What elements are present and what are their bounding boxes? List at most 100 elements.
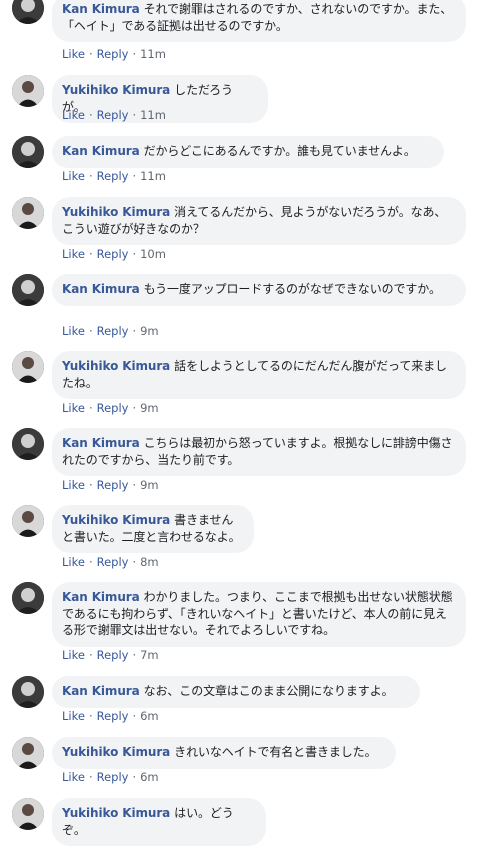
comment-author[interactable]: Yukihiko Kimura: [62, 513, 170, 527]
separator-dot: ·: [88, 324, 93, 338]
separator-dot: ·: [88, 169, 93, 183]
separator-dot: ·: [132, 47, 137, 61]
reply-button[interactable]: Reply: [97, 478, 129, 492]
avatar[interactable]: [12, 274, 44, 306]
profile-photo-icon: [12, 737, 44, 769]
separator-dot: ·: [88, 108, 93, 122]
comment-actions: Like · Reply · 6m: [62, 709, 159, 723]
reply-button[interactable]: Reply: [97, 709, 129, 723]
comment-bubble: Yukihiko Kimura きれいなヘイトで有名と書きました。: [52, 737, 396, 769]
reply-button[interactable]: Reply: [97, 169, 129, 183]
profile-photo-icon: [12, 136, 44, 168]
like-button[interactable]: Like: [62, 770, 85, 784]
profile-photo-icon: [12, 676, 44, 708]
comment-timestamp[interactable]: 6m: [140, 770, 159, 784]
comment-actions: Like · Reply · 11m: [62, 47, 166, 61]
profile-photo-icon: [12, 798, 44, 830]
comment-timestamp[interactable]: 11m: [140, 47, 166, 61]
comment-author[interactable]: Kan Kimura: [62, 2, 140, 16]
avatar[interactable]: [12, 428, 44, 460]
like-button[interactable]: Like: [62, 169, 85, 183]
separator-dot: ·: [132, 247, 137, 261]
separator-dot: ·: [132, 770, 137, 784]
like-button[interactable]: Like: [62, 648, 85, 662]
avatar[interactable]: [12, 75, 44, 107]
comment-timestamp[interactable]: 11m: [140, 108, 166, 122]
like-button[interactable]: Like: [62, 478, 85, 492]
separator-dot: ·: [132, 324, 137, 338]
comment-bubble: Kan Kimura こちらは最初から怒っていますよ。根拠なしに誹謗中傷されたので…: [52, 428, 466, 476]
like-button[interactable]: Like: [62, 401, 85, 415]
like-button[interactable]: Like: [62, 324, 85, 338]
comment-timestamp[interactable]: 9m: [140, 478, 159, 492]
like-button[interactable]: Like: [62, 709, 85, 723]
comment-timestamp[interactable]: 11m: [140, 169, 166, 183]
comment-text: なお、この文章はこのまま公開になりますよ。: [143, 684, 394, 698]
comment-author[interactable]: Kan Kimura: [62, 684, 140, 698]
separator-dot: ·: [88, 555, 93, 569]
profile-photo-icon: [12, 351, 44, 383]
reply-button[interactable]: Reply: [97, 47, 129, 61]
comment-author[interactable]: Yukihiko Kimura: [62, 359, 170, 373]
separator-dot: ·: [132, 478, 137, 492]
separator-dot: ·: [88, 709, 93, 723]
comment-author[interactable]: Kan Kimura: [62, 144, 140, 158]
comment-timestamp[interactable]: 10m: [140, 247, 166, 261]
like-button[interactable]: Like: [62, 47, 85, 61]
like-button[interactable]: Like: [62, 108, 85, 122]
comment-bubble: Kan Kimura わかりました。つまり、ここまで根拠も出せない状態状態であるに…: [52, 582, 466, 647]
separator-dot: ·: [132, 401, 137, 415]
avatar[interactable]: [12, 0, 44, 24]
comment-bubble: Yukihiko Kimura 書きませんと書いた。二度と言わせるなよ。: [52, 505, 254, 553]
like-button[interactable]: Like: [62, 555, 85, 569]
avatar[interactable]: [12, 351, 44, 383]
comment-timestamp[interactable]: 9m: [140, 401, 159, 415]
comment-timestamp[interactable]: 8m: [140, 555, 159, 569]
comment-author[interactable]: Kan Kimura: [62, 282, 140, 296]
avatar[interactable]: [12, 582, 44, 614]
comment-author[interactable]: Yukihiko Kimura: [62, 205, 170, 219]
comment-timestamp[interactable]: 7m: [140, 648, 159, 662]
separator-dot: ·: [88, 247, 93, 261]
avatar[interactable]: [12, 676, 44, 708]
reply-button[interactable]: Reply: [97, 555, 129, 569]
profile-photo-icon: [12, 274, 44, 306]
separator-dot: ·: [88, 401, 93, 415]
like-button[interactable]: Like: [62, 247, 85, 261]
reply-button[interactable]: Reply: [97, 247, 129, 261]
comment-bubble: Yukihiko Kimura はい。どうぞ。: [52, 798, 266, 846]
separator-dot: ·: [88, 478, 93, 492]
avatar[interactable]: [12, 197, 44, 229]
comment-actions: Like · Reply · 9m: [62, 478, 159, 492]
reply-button[interactable]: Reply: [97, 108, 129, 122]
comment-actions: Like · Reply · 11m: [62, 108, 166, 122]
comment-actions: Like · Reply · 11m: [62, 169, 166, 183]
separator-dot: ·: [132, 108, 137, 122]
profile-photo-icon: [12, 75, 44, 107]
separator-dot: ·: [132, 169, 137, 183]
profile-photo-icon: [12, 197, 44, 229]
avatar[interactable]: [12, 505, 44, 537]
comment-author[interactable]: Yukihiko Kimura: [62, 806, 170, 820]
comment-author[interactable]: Kan Kimura: [62, 590, 140, 604]
separator-dot: ·: [132, 555, 137, 569]
avatar[interactable]: [12, 798, 44, 830]
comment-timestamp[interactable]: 9m: [140, 324, 159, 338]
comment-actions: Like · Reply · 9m: [62, 401, 159, 415]
comment-actions: Like · Reply · 9m: [62, 324, 159, 338]
profile-photo-icon: [12, 582, 44, 614]
reply-button[interactable]: Reply: [97, 770, 129, 784]
reply-button[interactable]: Reply: [97, 324, 129, 338]
reply-button[interactable]: Reply: [97, 401, 129, 415]
comment-author[interactable]: Yukihiko Kimura: [62, 83, 170, 97]
comment-author[interactable]: Yukihiko Kimura: [62, 745, 170, 759]
comment-timestamp[interactable]: 6m: [140, 709, 159, 723]
profile-photo-icon: [12, 505, 44, 537]
comment-author[interactable]: Kan Kimura: [62, 436, 140, 450]
comment-actions: Like · Reply · 6m: [62, 770, 159, 784]
comment-text: きれいなヘイトで有名と書きました。: [174, 745, 377, 759]
avatar[interactable]: [12, 136, 44, 168]
avatar[interactable]: [12, 737, 44, 769]
separator-dot: ·: [88, 648, 93, 662]
reply-button[interactable]: Reply: [97, 648, 129, 662]
